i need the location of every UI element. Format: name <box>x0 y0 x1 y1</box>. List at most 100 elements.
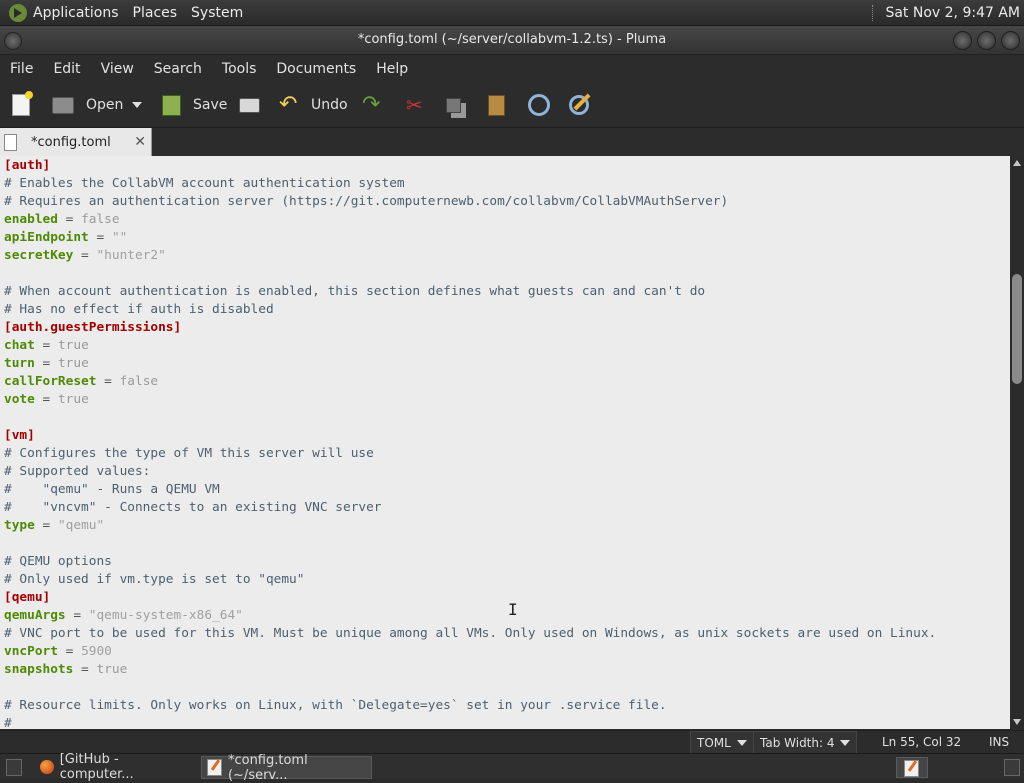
taskbar-item-pluma[interactable]: *config.toml (~/serv... <box>201 753 372 783</box>
panel-separator <box>872 4 876 21</box>
system-menu[interactable]: System <box>191 5 243 21</box>
close-tab-icon[interactable]: ✕ <box>134 134 146 150</box>
menu-tools[interactable]: Tools <box>222 61 257 77</box>
maximize-button[interactable] <box>977 31 996 50</box>
code-line[interactable]: [auth.guestPermissions] <box>4 319 1006 337</box>
code-token-key: chat <box>4 338 35 353</box>
code-line[interactable]: # VNC port to be used for this VM. Must … <box>4 625 1006 643</box>
code-line[interactable]: # <box>4 715 1006 729</box>
applications-menu[interactable]: Applications <box>33 5 119 21</box>
places-menu[interactable]: Places <box>133 5 178 21</box>
menu-edit[interactable]: Edit <box>53 61 80 77</box>
tab-width-label: Tab Width: 4 <box>760 736 835 750</box>
scroll-up-icon[interactable] <box>1013 160 1021 166</box>
code-line[interactable] <box>4 679 1006 697</box>
code-line[interactable]: [vm] <box>4 427 1006 445</box>
trash-icon[interactable] <box>998 757 1024 776</box>
code-line[interactable]: # "vncvm" - Connects to an existing VNC … <box>4 499 1006 517</box>
copy-button[interactable] <box>446 93 461 117</box>
code-line[interactable]: # Only used if vm.type is set to "qemu" <box>4 571 1006 589</box>
paste-button[interactable] <box>488 93 505 117</box>
code-token-key: callForReset <box>4 374 97 389</box>
taskbar: [GitHub - computer... *config.toml (~/se… <box>0 752 1024 783</box>
code-line[interactable]: chat = true <box>4 337 1006 355</box>
tab-config-toml[interactable]: *config.toml ✕ <box>0 128 152 156</box>
code-line[interactable]: # When account authentication is enabled… <box>4 283 1006 301</box>
window-titlebar[interactable]: *config.toml (~/server/collabvm-1.2.ts) … <box>0 26 1024 55</box>
menu-search[interactable]: Search <box>154 61 202 77</box>
open-button[interactable]: Open <box>52 93 123 117</box>
minimize-button[interactable] <box>953 31 972 50</box>
code-line[interactable]: callForReset = false <box>4 373 1006 391</box>
code-token-val: true <box>57 392 89 407</box>
show-desktop-icon[interactable] <box>0 757 26 776</box>
code-line[interactable]: secretKey = "hunter2" <box>4 247 1006 265</box>
tab-label: *config.toml <box>31 134 111 150</box>
code-line[interactable]: # Enables the CollabVM account authentic… <box>4 175 1006 193</box>
code-line[interactable]: # Resource limits. Only works on Linux, … <box>4 697 1006 715</box>
code-line[interactable]: # Has no effect if auth is disabled <box>4 301 1006 319</box>
copy-icon <box>446 97 461 113</box>
task-label: *config.toml (~/serv... <box>227 752 308 783</box>
code-line[interactable]: qemuArgs = "qemu-system-x86_64" <box>4 607 1006 625</box>
code-token-section: [auth.guestPermissions] <box>4 320 182 335</box>
magnifier-icon <box>528 94 550 116</box>
menu-file[interactable]: File <box>10 61 33 77</box>
code-line[interactable]: vote = true <box>4 391 1006 409</box>
code-line[interactable]: type = "qemu" <box>4 517 1006 535</box>
code-line[interactable]: # Requires an authentication server (htt… <box>4 193 1006 211</box>
code-line[interactable]: # Configures the type of VM this server … <box>4 445 1006 463</box>
vertical-scrollbar[interactable] <box>1010 156 1024 729</box>
pluma-icon <box>207 759 222 776</box>
code-line[interactable]: # "qemu" - Runs a QEMU VM <box>4 481 1006 499</box>
panel-menus: Applications Places System <box>0 0 257 25</box>
mate-logo-icon[interactable] <box>9 3 27 22</box>
close-button[interactable] <box>1001 31 1020 50</box>
new-button[interactable] <box>12 91 33 117</box>
language-selector[interactable]: TOML <box>690 731 754 755</box>
code-token-eq: = <box>65 608 89 623</box>
undo-label: Undo <box>311 97 348 113</box>
menu-documents[interactable]: Documents <box>276 61 356 77</box>
scroll-down-icon[interactable] <box>1013 719 1021 725</box>
code-token-str: "" <box>111 230 128 245</box>
menu-view[interactable]: View <box>101 61 134 77</box>
workspace-switcher[interactable] <box>896 757 928 778</box>
undo-button[interactable]: ↶ Undo <box>279 93 348 117</box>
firefox-icon <box>40 759 54 774</box>
panel-clock[interactable]: Sat Nov 2, 9:47 AM <box>872 0 1020 25</box>
text-editor[interactable]: [auth] # Enables the CollabVM account aut… <box>0 156 1010 729</box>
redo-button[interactable]: ↷ <box>362 93 384 117</box>
taskbar-item-firefox[interactable]: [GitHub - computer... <box>34 752 194 782</box>
undo-icon: ↶ <box>279 92 298 117</box>
code-line[interactable]: # QEMU options <box>4 553 1006 571</box>
code-token-val: false <box>81 212 120 227</box>
replace-button[interactable] <box>569 93 589 117</box>
open-recent-dropdown[interactable] <box>132 93 142 117</box>
code-view[interactable]: [auth] # Enables the CollabVM account aut… <box>0 156 1010 729</box>
chevron-down-icon <box>736 740 747 746</box>
find-button[interactable] <box>528 93 550 117</box>
scrollbar-thumb[interactable] <box>1012 274 1022 384</box>
code-line[interactable]: apiEndpoint = "" <box>4 229 1006 247</box>
text-cursor-icon: I <box>508 600 518 619</box>
code-line[interactable]: [qemu] <box>4 589 1006 607</box>
code-line[interactable]: vncPort = 5900 <box>4 643 1006 661</box>
code-line[interactable] <box>4 409 1006 427</box>
save-button[interactable]: Save <box>162 93 227 117</box>
cut-button[interactable]: ✂ <box>406 93 428 117</box>
code-line[interactable]: # Supported values: <box>4 463 1006 481</box>
menu-help[interactable]: Help <box>376 61 408 77</box>
code-line[interactable] <box>4 265 1006 283</box>
code-token-comment: # Enables the CollabVM account authentic… <box>4 176 405 191</box>
code-line[interactable]: snapshots = true <box>4 661 1006 679</box>
code-line[interactable]: [auth] <box>4 157 1006 175</box>
code-token-comment: # QEMU options <box>4 554 112 569</box>
code-token-comment: # VNC port to be used for this VM. Must … <box>4 626 937 641</box>
print-button[interactable] <box>239 93 260 117</box>
code-line[interactable] <box>4 535 1006 553</box>
tab-width-selector[interactable]: Tab Width: 4 <box>753 731 858 755</box>
code-line[interactable]: enabled = false <box>4 211 1006 229</box>
code-line[interactable]: turn = true <box>4 355 1006 373</box>
code-token-key: turn <box>4 356 35 371</box>
